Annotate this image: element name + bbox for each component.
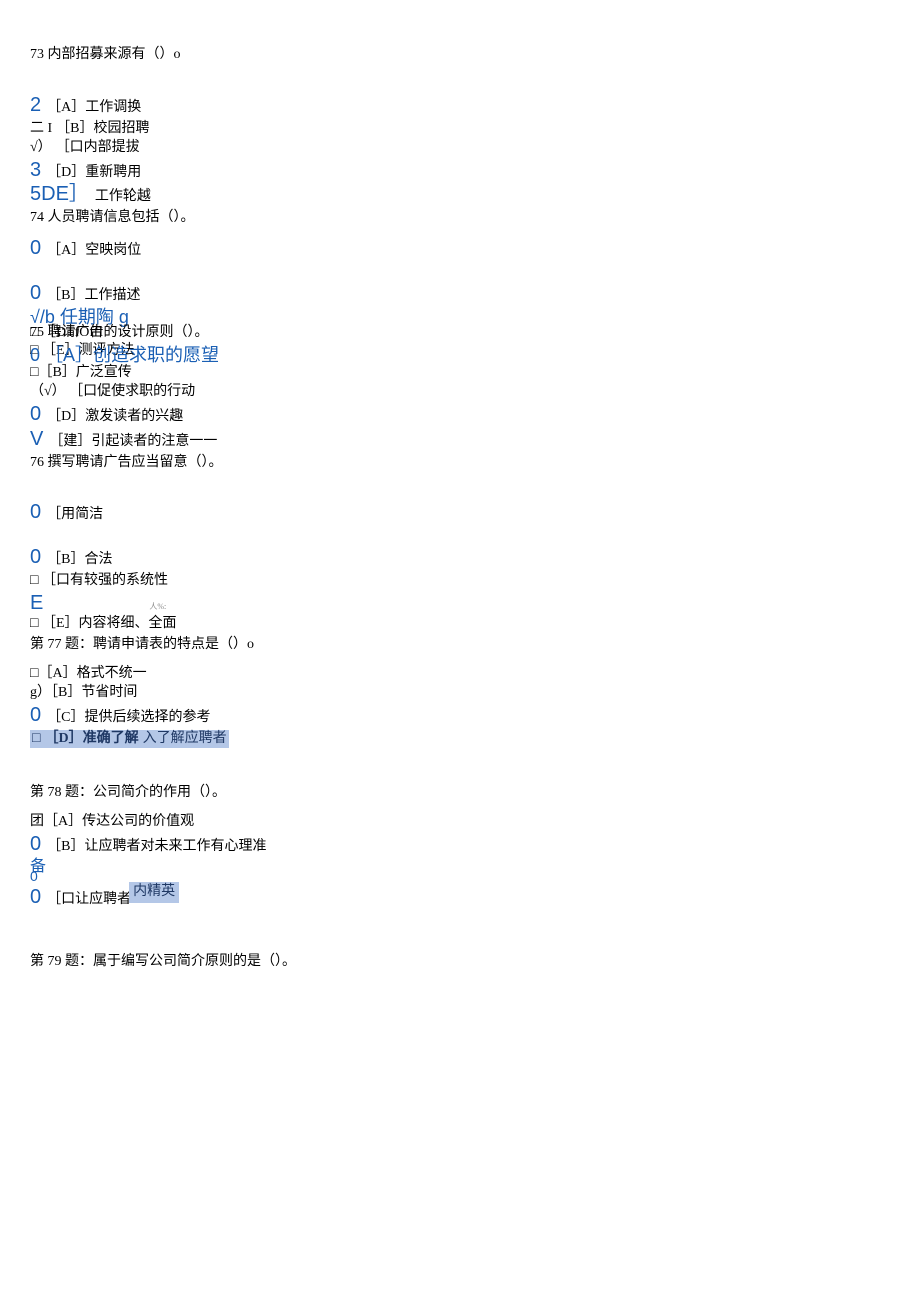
q75-d-text: ［D］激发读者的兴趣 (47, 408, 183, 427)
q74-opt-b: 0 ［B］工作描述 (30, 283, 890, 306)
q77-d-hl2: ［D］准确了解 (42, 730, 140, 749)
q78-d-hl: 内精英 (129, 882, 179, 903)
q75-opt-c: （√） ［口促使求职的行动 (30, 383, 890, 402)
q76-stem: 76 撰写聘请广告应当留意（）。 (30, 454, 890, 473)
q78-opt-a: 团［A］传达公司的价值观 (30, 813, 890, 832)
q77-d-hl3: 入了解应聘者 (141, 730, 229, 749)
q78-opt-c2: 0 (30, 869, 890, 883)
q78-opt-b: 0 ［B］让应聘者对未来工作有心理准 (30, 834, 890, 857)
q77-d-hl1: □ (30, 730, 42, 749)
q76-c-text: □ ［口有较强的系统性 (30, 572, 168, 591)
q76-opt-b: 0 ［B］合法 (30, 547, 890, 570)
q76-opt-a: 0 ［用简洁 (30, 502, 890, 525)
mark-2: 2 (30, 95, 41, 115)
question-75: □［B］广泛宣传 （√） ［口促使求职的行动 0 ［D］激发读者的兴趣 V ［建… (30, 364, 890, 452)
mark-E: E (30, 593, 43, 613)
mark-0: 0 (30, 502, 41, 522)
q73-b-text: ［B］校园招聘 (56, 120, 149, 139)
q74-overlap-2: □ ［E］测评方法 0 ［A］创造求职的愿望 (30, 342, 890, 364)
q76-a-text: ［用简洁 (47, 506, 103, 525)
mark-3: 3 (30, 160, 41, 180)
q73-opt-a: 2 ［A］工作调换 (30, 95, 890, 118)
q77-opt-b: g）［B］节省时间 (30, 684, 890, 703)
q79-stem: 第 79 题：属于编写公司简介原则的是（）。 (30, 953, 890, 972)
q78-b-text: ［B］让应聘者对未来工作有心理准 (47, 838, 266, 857)
mark-0: 0 (30, 705, 41, 725)
q77-c-text: ［C］提供后续选择的参考 (47, 709, 210, 728)
mark-0: 0 (30, 547, 41, 567)
q76-opt-c: □ ［口有较强的系统性 (30, 572, 890, 591)
q76-e-text: □ ［E］内容将细、全面 (30, 615, 177, 634)
mark-0: 0 (30, 404, 41, 424)
q73-c-text: ［口内部提拔 (56, 139, 140, 158)
q73-stem: 73 内部招募来源有（）o (30, 46, 890, 65)
mark-0: 0 (30, 834, 41, 854)
mark-5de: 5DE］ (30, 184, 89, 204)
q74-opt-a: 0 ［A］空映岗位 (30, 238, 890, 261)
mark-0: 0 (30, 238, 41, 258)
q73-a-text: ［A］工作调换 (47, 99, 141, 118)
q73-d-text: ［D］重新聘用 (47, 164, 141, 183)
q75-opt-e: V ［建］引起读者的注意一一 (30, 429, 890, 452)
question-76: 76 撰写聘请广告应当留意（）。 0 ［用简洁 0 ［B］合法 □ ［口有较强的… (30, 454, 890, 634)
mark-0: 0 (30, 887, 41, 907)
q73-opt-e: 5DE］ 工作轮越 (30, 184, 890, 207)
question-78: 第 78 题：公司简介的作用（）。 团［A］传达公司的价值观 0 ［B］让应聘者… (30, 784, 890, 915)
question-74: 74 人员聘请信息包括（）。 0 ［A］空映岗位 0 ［B］工作描述 √/b 任… (30, 209, 890, 364)
q77-a-text: □［A］格式不统一 (30, 665, 147, 684)
q75-c-text: （√） ［口促使求职的行动 (30, 383, 195, 402)
mark-0: 0 (30, 283, 41, 303)
q74-stem: 74 人员聘请信息包括（）。 (30, 209, 890, 228)
mark-0sub: 0 (30, 869, 38, 883)
mark-V: V (30, 429, 43, 449)
q76-d-tiny: 人%: (149, 602, 166, 613)
q78-a-text: 团［A］传达公司的价值观 (30, 813, 194, 832)
q78-opt-d: 0 ［口让应聘者 内精英 (30, 887, 890, 911)
q73-opt-b: 二 I ［B］校园招聘 (30, 120, 890, 139)
q75-e-text: ［建］引起读者的注意一一 (49, 433, 217, 452)
q74-c-under: □ ［DTfOffI (30, 325, 103, 340)
q77-opt-d: □ ［D］准确了解入了解应聘者 (30, 730, 890, 749)
q73-opt-d: 3 ［D］重新聘用 (30, 160, 890, 183)
question-77: 第 77 题：聘请申请表的特点是（）o □［A］格式不统一 g）［B］节省时间 … (30, 636, 890, 748)
q78-stem: 第 78 题：公司简介的作用（）。 (30, 784, 890, 803)
q76-opt-d: E 人%: (30, 593, 890, 613)
q76-opt-e: □ ［E］内容将细、全面 (30, 615, 890, 634)
q74-overlap-1: √/b 任期陶 g 75 聘请广告的设计原则（）。 □ ［DTfOffI (30, 308, 890, 342)
q77-opt-a: □［A］格式不统一 (30, 665, 890, 684)
mark-0A: 0 ［A］创造求职的愿望 (30, 345, 219, 365)
question-79: 第 79 题：属于编写公司简介原则的是（）。 (30, 953, 890, 972)
q77-stem: 第 77 题：聘请申请表的特点是（）o (30, 636, 890, 655)
question-73: 73 内部招募来源有（）o 2 ［A］工作调换 二 I ［B］校园招聘 √） ［… (30, 46, 890, 207)
q74-a-text: ［A］空映岗位 (47, 242, 141, 261)
q73-e-text: 工作轮越 (95, 188, 151, 207)
q77-opt-c: 0 ［C］提供后续选择的参考 (30, 705, 890, 728)
mark-erI: 二 I (30, 120, 52, 139)
q75-opt-d: 0 ［D］激发读者的兴趣 (30, 404, 890, 427)
q73-opt-c: √） ［口内部提拔 (30, 139, 890, 158)
q77-b-text: g）［B］节省时间 (30, 684, 137, 703)
q78-d-pre: ［口让应聘者 (47, 891, 131, 910)
mark-check: √） (30, 139, 52, 158)
q74-b-text: ［B］工作描述 (47, 287, 140, 306)
q76-b-text: ［B］合法 (47, 551, 112, 570)
